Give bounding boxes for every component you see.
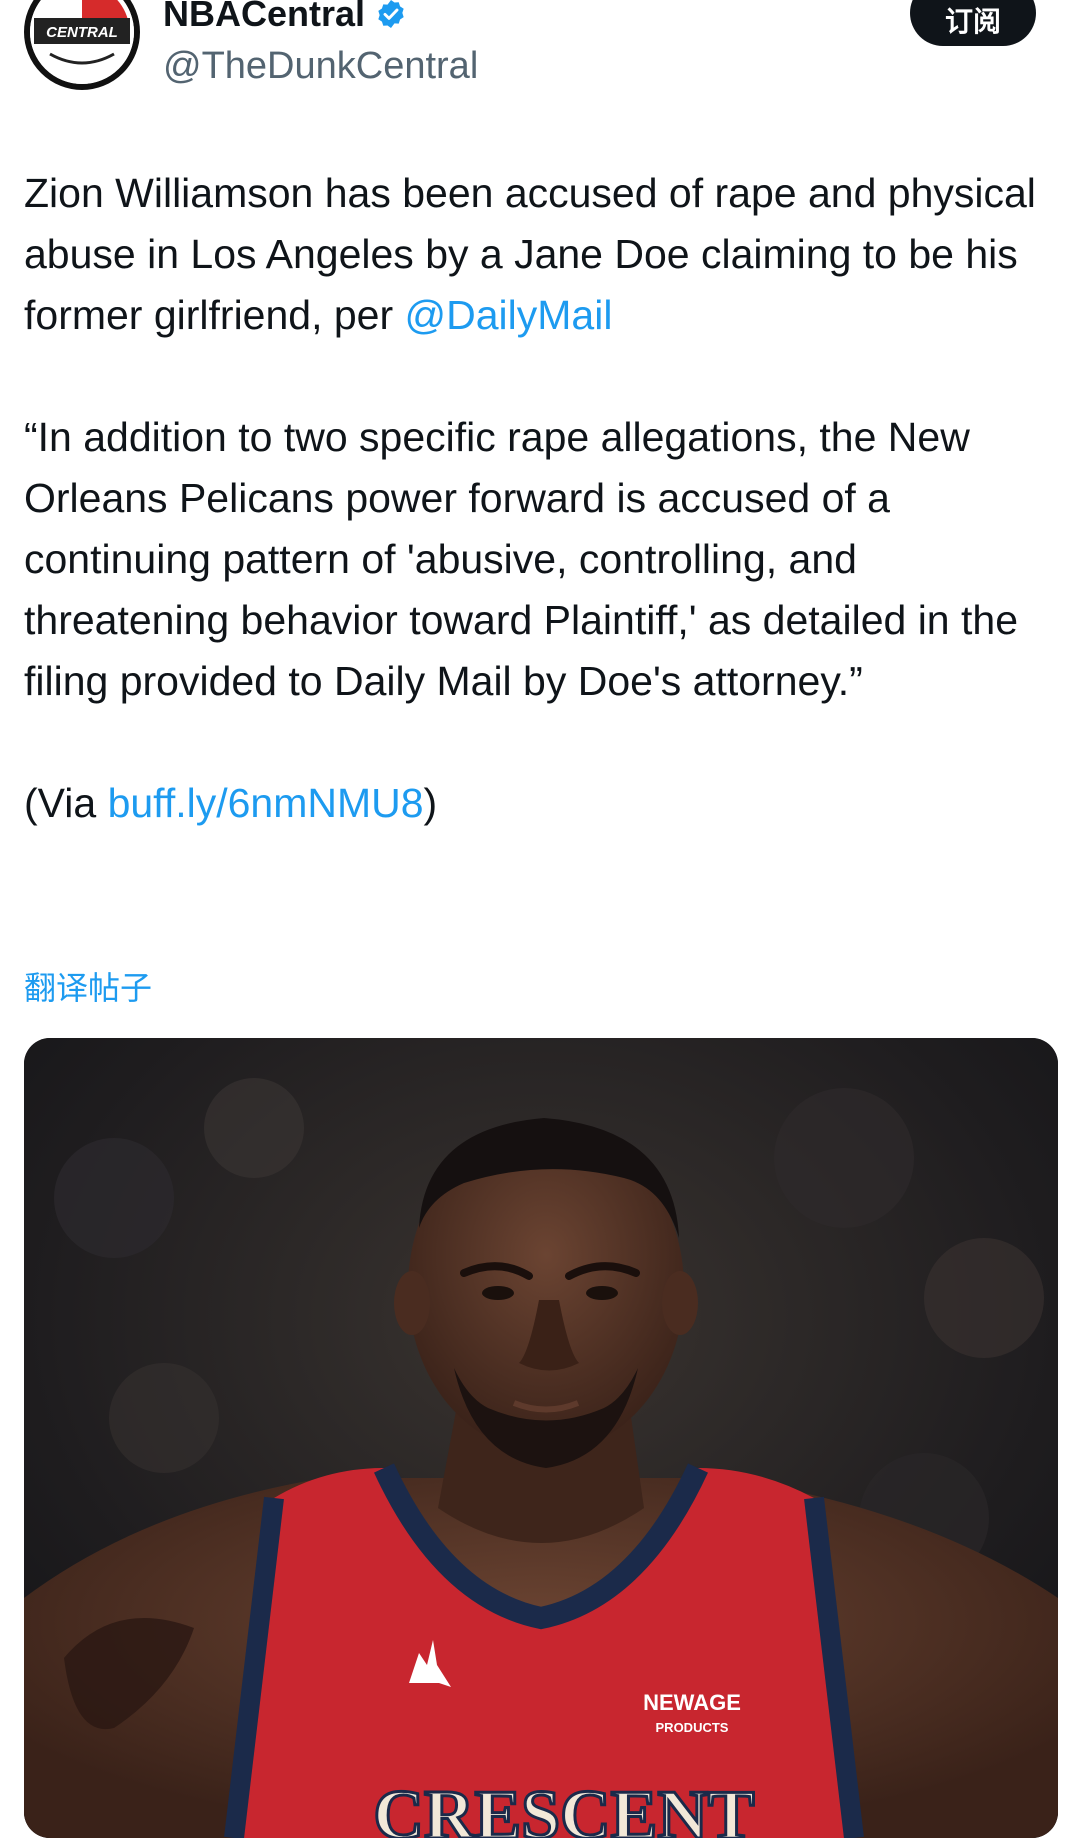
display-name[interactable]: NBACentral <box>163 0 365 34</box>
tweet-media-image[interactable]: NEWAGE PRODUCTS CRESCENT <box>24 1038 1058 1838</box>
dailymail-mention-link[interactable]: @DailyMail <box>405 292 613 338</box>
display-name-row[interactable]: NBACentral <box>163 0 407 34</box>
translate-post-link[interactable]: 翻译帖子 <box>24 968 152 1008</box>
nbacentral-logo-icon: CENTRAL <box>30 0 134 84</box>
jersey-wordmark: CRESCENT <box>373 1777 754 1838</box>
verified-badge-icon <box>375 0 407 30</box>
jersey-sponsor-line2: PRODUCTS <box>656 1720 729 1735</box>
tweet-paragraph-1: Zion Williamson has been accused of rape… <box>24 163 1060 346</box>
jersey-sponsor-line1: NEWAGE <box>643 1690 741 1715</box>
via-suffix: ) <box>423 780 438 826</box>
source-link[interactable]: buff.ly/6nmNMU8 <box>108 780 424 826</box>
tweet-paragraph-3: (Via buff.ly/6nmNMU8) <box>24 773 1060 834</box>
tweet-paragraph-2: “In addition to two specific rape allega… <box>24 414 1018 704</box>
subscribe-button[interactable]: 订阅 <box>910 0 1036 46</box>
tweet-header: CENTRAL NBACentral @TheDunkCentral 订阅 <box>0 0 1080 120</box>
tweet-text: Zion Williamson has been accused of rape… <box>24 163 1060 834</box>
avatar[interactable]: CENTRAL <box>24 0 140 90</box>
via-prefix: (Via <box>24 780 108 826</box>
user-handle[interactable]: @TheDunkCentral <box>163 44 478 88</box>
avatar-logo-text: CENTRAL <box>46 24 118 41</box>
player-photo: NEWAGE PRODUCTS CRESCENT <box>24 1038 1058 1838</box>
